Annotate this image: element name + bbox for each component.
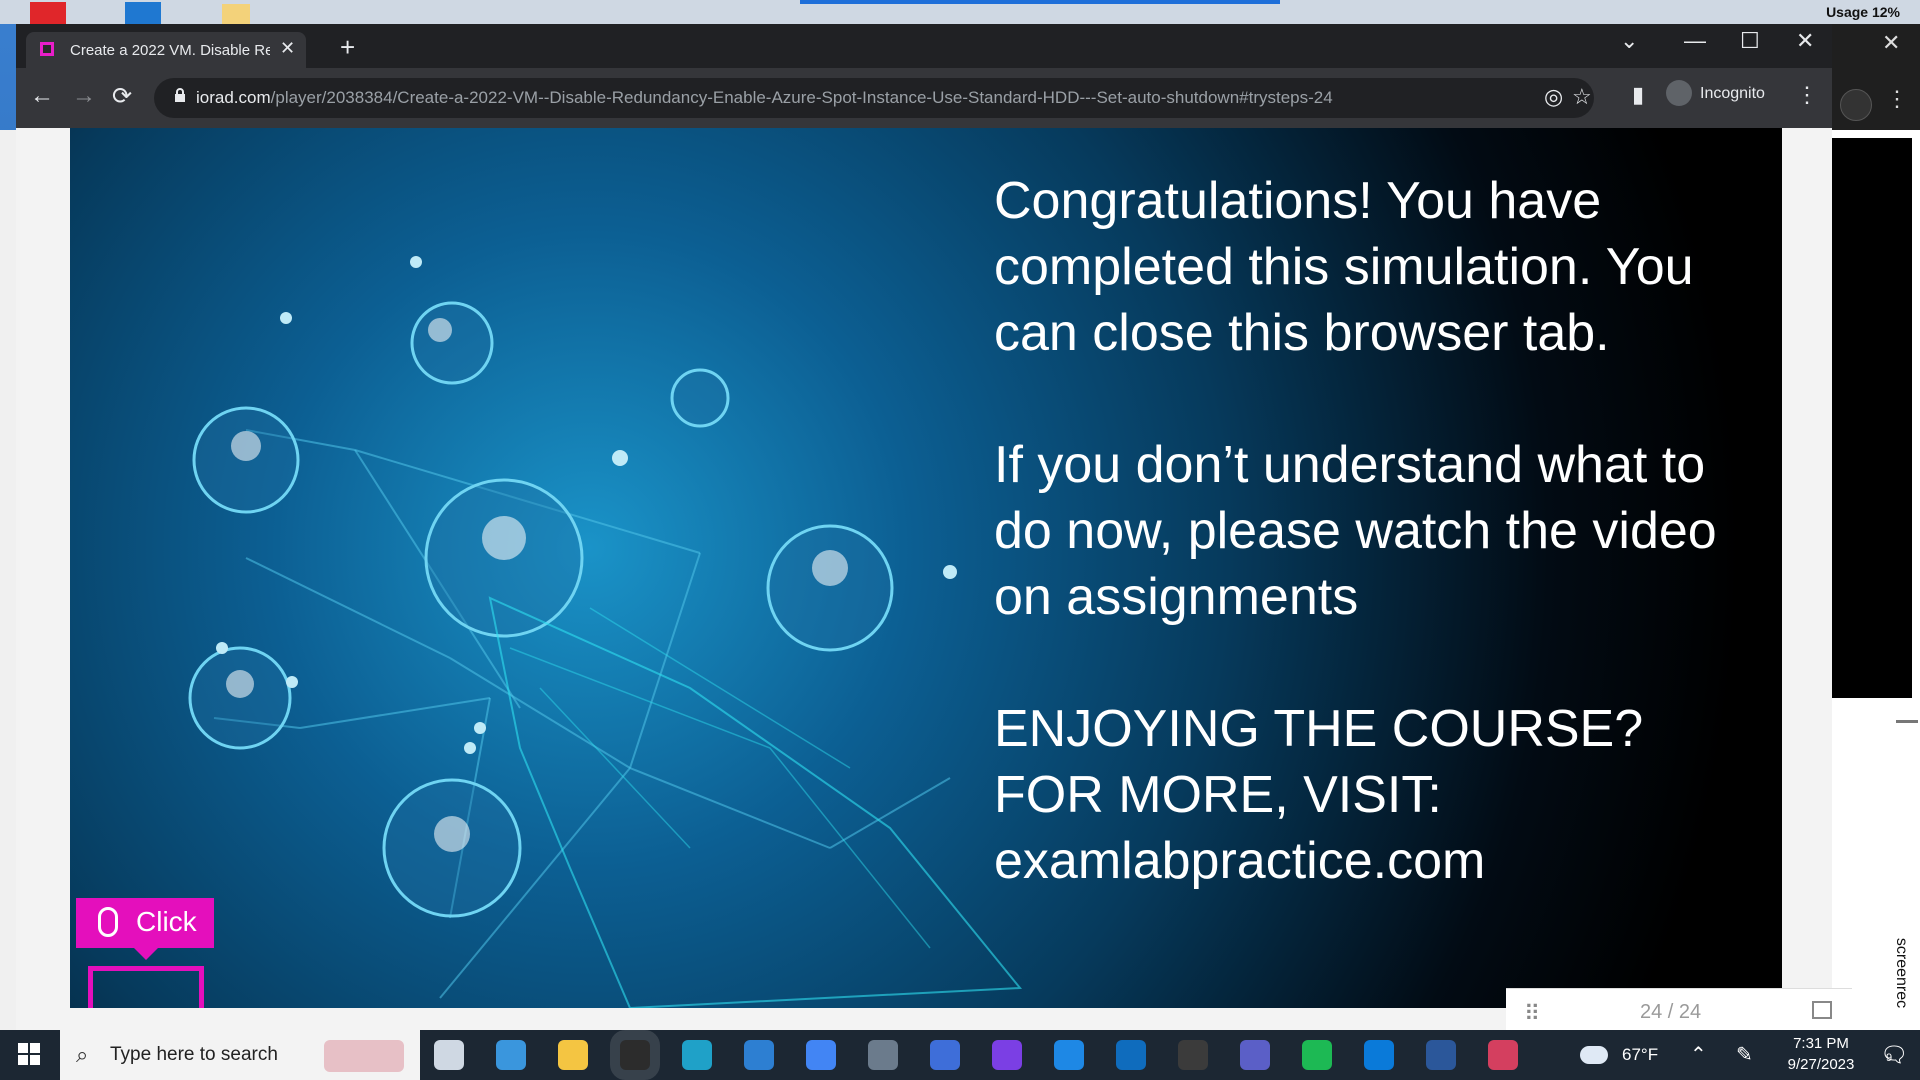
click-target-highlight[interactable] [88, 966, 204, 1008]
app-icon[interactable] [125, 2, 161, 24]
clock-date: 9/27/2023 [1787, 1056, 1855, 1073]
click-hint-label: Click [136, 906, 197, 937]
mail-icon[interactable] [744, 1040, 774, 1070]
lock-icon [175, 88, 185, 102]
drag-handle-icon[interactable]: ⠿ [1524, 1001, 1540, 1027]
search-icon: ⌕ [76, 1042, 89, 1067]
browser-menu-icon[interactable]: ⋮ [1796, 82, 1818, 108]
address-bar[interactable]: iorad.com/player/2038384/Create-a-2022-V… [154, 78, 1594, 118]
click-hint-tooltip: Click [76, 898, 214, 948]
clock[interactable]: 7:31 PM 9/27/2023 [1776, 1033, 1866, 1075]
tab-bar: Create a 2022 VM. Disable Redundancy ✕ +… [16, 24, 1832, 68]
page-content: Congratulations! You have completed this… [16, 128, 1852, 1033]
mouse-icon [98, 907, 118, 937]
snipping-tool-icon[interactable] [1488, 1040, 1518, 1070]
promo-text: ENJOYING THE COURSE? FOR MORE, VISIT: ex… [994, 700, 1644, 890]
forward-button[interactable]: → [72, 82, 96, 110]
panel-toggle-icon[interactable] [1812, 1001, 1832, 1019]
background-window-strip: Usage 12% [0, 0, 1920, 24]
pen-icon[interactable]: ✎ [1736, 1042, 1753, 1067]
new-tab-button[interactable]: + [340, 32, 355, 63]
power-apps-icon[interactable] [992, 1040, 1022, 1070]
tab-title: Create a 2022 VM. Disable Redundancy [70, 42, 270, 59]
acrobat-icon[interactable] [30, 2, 66, 24]
calculator-icon[interactable] [868, 1040, 898, 1070]
browser-tab[interactable]: Create a 2022 VM. Disable Redundancy ✕ [26, 32, 306, 68]
taskbar-search[interactable]: ⌕ Type here to search [60, 1030, 420, 1080]
browser-toolbar: ← → ⟳ iorad.com/player/2038384/Create-a-… [16, 68, 1832, 128]
windows-start-icon[interactable] [18, 1043, 40, 1065]
minimize-icon[interactable] [1896, 720, 1918, 723]
microsoft-store-icon[interactable] [496, 1040, 526, 1070]
power-automate-icon[interactable] [930, 1040, 960, 1070]
temperature[interactable]: 67°F [1622, 1045, 1658, 1065]
instructions-text: If you don’t understand what to do now, … [994, 436, 1717, 626]
background-window-controls: ✕ ⋮ [1832, 24, 1920, 130]
completion-message: Congratulations! You have completed this… [994, 168, 1754, 960]
background-app-left [0, 130, 16, 1030]
reload-button[interactable]: ⟳ [112, 82, 132, 111]
url-host: iorad.com [196, 88, 271, 107]
taskbar: ⌕ Type here to search 67°F ⌃ ✎ 7:31 PM 9… [0, 1030, 1920, 1080]
iorad-player: Congratulations! You have completed this… [70, 128, 1782, 1008]
side-panel-icon[interactable]: ▮ [1632, 82, 1644, 108]
azure-data-studio-icon[interactable] [1364, 1040, 1394, 1070]
close-icon[interactable]: ✕ [1882, 30, 1900, 56]
back-button[interactable]: ← [30, 82, 54, 110]
step-counter: 24 / 24 [1640, 1001, 1702, 1023]
step-pager: ⠿ 24 / 24 [1506, 988, 1852, 1033]
folder-icon[interactable] [222, 4, 250, 24]
teams-icon[interactable] [1240, 1040, 1270, 1070]
edge-icon[interactable] [682, 1040, 712, 1070]
bookmark-star-icon[interactable]: ☆ [1572, 84, 1592, 110]
chevron-up-icon[interactable]: ⌃ [1690, 1042, 1707, 1067]
file-explorer-icon[interactable] [558, 1040, 588, 1070]
url-text[interactable]: iorad.com/player/2038384/Create-a-2022-V… [196, 88, 1333, 108]
browser-window: Create a 2022 VM. Disable Redundancy ✕ +… [16, 24, 1852, 1033]
clock-time: 7:31 PM [1793, 1035, 1849, 1052]
chrome-icon[interactable] [806, 1040, 836, 1070]
usage-text: Usage 12% [1826, 4, 1900, 20]
tracking-protection-icon[interactable]: ◎ [1544, 84, 1563, 110]
search-placeholder: Type here to search [110, 1044, 278, 1065]
notification-count: 9 [1886, 1052, 1893, 1064]
word-icon[interactable] [1426, 1040, 1456, 1070]
task-view-icon[interactable] [434, 1040, 464, 1070]
outlook-icon[interactable] [1116, 1040, 1146, 1070]
chrome-incognito-icon[interactable] [620, 1040, 650, 1070]
user-node-group [188, 301, 894, 918]
url-path: /player/2038384/Create-a-2022-VM--Disabl… [270, 88, 1333, 107]
weather-icon[interactable] [1580, 1046, 1608, 1064]
windows-terminal-icon[interactable] [1178, 1040, 1208, 1070]
avatar[interactable] [1840, 89, 1872, 121]
vscode-icon[interactable] [1054, 1040, 1084, 1070]
favicon-icon [40, 42, 54, 56]
menu-icon[interactable]: ⋮ [1886, 86, 1908, 112]
screenrec-label: screenrec [1893, 937, 1911, 1009]
tab-search-icon[interactable]: ⌄ [1620, 28, 1638, 54]
minimize-button[interactable]: — [1684, 28, 1706, 54]
completion-text: Congratulations! You have completed this… [994, 172, 1694, 362]
maximize-button[interactable]: ☐ [1740, 28, 1760, 54]
tab-close-icon[interactable]: ✕ [280, 38, 295, 59]
background-app-right [1832, 130, 1920, 1030]
screenrec-widget[interactable]: screenrec [1893, 918, 1920, 1030]
blue-band [800, 0, 1280, 4]
search-highlight-image [324, 1040, 404, 1072]
notification-icon[interactable]: 🗨 [1880, 1042, 1908, 1068]
spotify-icon[interactable] [1302, 1040, 1332, 1070]
incognito-icon[interactable] [1666, 80, 1692, 106]
close-button[interactable]: ✕ [1796, 28, 1814, 54]
background-app-content [1832, 138, 1912, 698]
incognito-label[interactable]: Incognito [1700, 85, 1765, 103]
tooltip-arrow [134, 948, 158, 960]
